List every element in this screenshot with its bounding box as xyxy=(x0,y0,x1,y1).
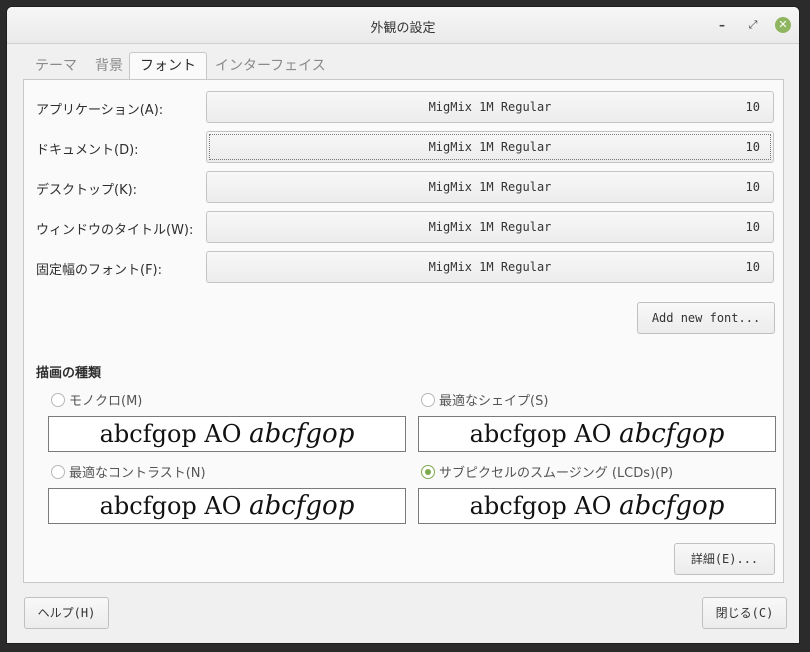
monospace-font-button[interactable]: MigMix 1M Regular 10 xyxy=(206,251,774,283)
window-title-font-button[interactable]: MigMix 1M Regular 10 xyxy=(206,211,774,243)
radio-subpixel-smoothing[interactable]: サブピクセルのスムージング (LCDs)(P) xyxy=(421,462,673,481)
font-name: MigMix 1M Regular xyxy=(428,140,552,154)
radio-best-shape[interactable]: 最適なシェイプ(S) xyxy=(421,390,548,409)
font-size: 10 xyxy=(745,180,760,194)
font-size: 10 xyxy=(745,100,760,114)
appearance-settings-window: 外観の設定 – ⤢ ✕ テーマ 背景 フォント インターフェイス アプリケーショ… xyxy=(6,6,800,644)
window-title-font-label: ウィンドウのタイトル(W): xyxy=(36,223,194,238)
font-name: MigMix 1M Regular xyxy=(428,100,552,114)
add-new-font-button[interactable]: Add new font... xyxy=(637,302,775,334)
font-size: 10 xyxy=(745,260,760,274)
radio-button[interactable] xyxy=(51,393,65,407)
preview-italic-text: abcfgop xyxy=(619,491,725,521)
radio-label: 最適なシェイプ(S) xyxy=(439,394,549,409)
font-size: 10 xyxy=(745,220,760,234)
radio-label: モノクロ(M) xyxy=(69,394,143,409)
radio-button[interactable] xyxy=(51,465,65,479)
tab-theme[interactable]: テーマ xyxy=(25,53,87,79)
radio-monochrome[interactable]: モノクロ(M) xyxy=(51,390,142,409)
help-button[interactable]: ヘルプ(H) xyxy=(24,597,109,629)
preview-italic-text: abcfgop xyxy=(249,419,355,449)
details-button[interactable]: 詳細(E)... xyxy=(674,543,775,575)
window-title: 外観の設定 xyxy=(370,21,436,36)
tab-fonts[interactable]: フォント xyxy=(129,52,207,81)
preview-italic-text: abcfgop xyxy=(619,419,725,449)
document-font-button[interactable]: MigMix 1M Regular 10 xyxy=(206,131,774,163)
fonts-panel: アプリケーション(A): MigMix 1M Regular 10 ドキュメント… xyxy=(23,79,784,583)
font-size: 10 xyxy=(745,140,760,154)
preview-regular-text: abcfgop AO xyxy=(469,492,612,520)
font-name: MigMix 1M Regular xyxy=(428,220,552,234)
preview-regular-text: abcfgop AO xyxy=(99,492,242,520)
preview-subpixel-smoothing: abcfgop AO abcfgop xyxy=(418,488,776,524)
font-name: MigMix 1M Regular xyxy=(428,260,552,274)
radio-label: 最適なコントラスト(N) xyxy=(69,466,206,481)
radio-best-contrast[interactable]: 最適なコントラスト(N) xyxy=(51,462,206,481)
desktop-font-label: デスクトップ(K): xyxy=(36,183,138,198)
title-bar[interactable]: 外観の設定 – ⤢ ✕ xyxy=(7,7,799,44)
tab-interface[interactable]: インターフェイス xyxy=(205,53,336,79)
rendering-section-title: 描画の種類 xyxy=(36,366,102,381)
application-font-button[interactable]: MigMix 1M Regular 10 xyxy=(206,91,774,123)
radio-button[interactable] xyxy=(421,393,435,407)
radio-label: サブピクセルのスムージング (LCDs)(P) xyxy=(439,466,674,481)
preview-italic-text: abcfgop xyxy=(249,491,355,521)
document-font-label: ドキュメント(D): xyxy=(36,143,139,158)
minimize-icon[interactable]: – xyxy=(713,16,731,34)
maximize-icon[interactable]: ⤢ xyxy=(744,16,762,34)
preview-monochrome: abcfgop AO abcfgop xyxy=(48,416,406,452)
font-name: MigMix 1M Regular xyxy=(428,180,552,194)
preview-regular-text: abcfgop AO xyxy=(99,420,242,448)
monospace-font-label: 固定幅のフォント(F): xyxy=(36,263,163,278)
desktop-font-button[interactable]: MigMix 1M Regular 10 xyxy=(206,171,774,203)
application-font-label: アプリケーション(A): xyxy=(36,103,164,118)
close-icon[interactable]: ✕ xyxy=(775,17,791,33)
close-button[interactable]: 閉じる(C) xyxy=(702,597,787,629)
preview-best-shape: abcfgop AO abcfgop xyxy=(418,416,776,452)
preview-best-contrast: abcfgop AO abcfgop xyxy=(48,488,406,524)
tab-background[interactable]: 背景 xyxy=(85,53,133,79)
preview-regular-text: abcfgop AO xyxy=(469,420,612,448)
radio-button-selected[interactable] xyxy=(421,465,435,479)
